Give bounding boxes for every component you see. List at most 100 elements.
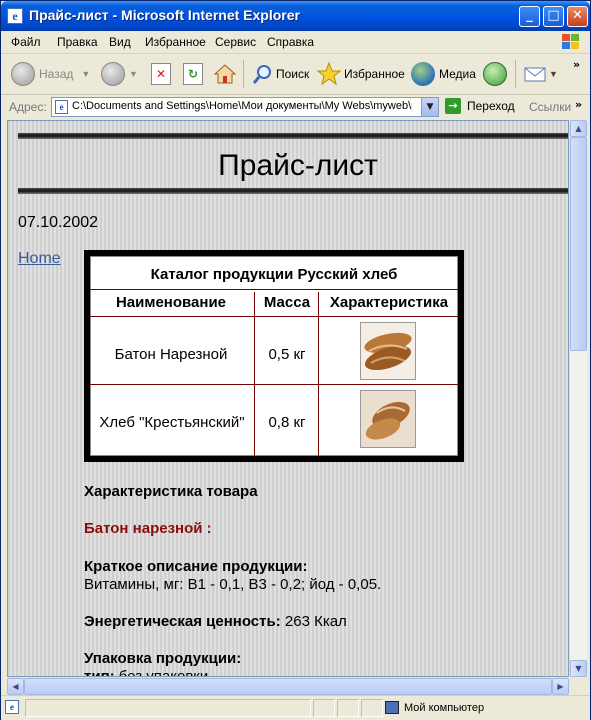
status-cell bbox=[337, 699, 359, 717]
search-button[interactable]: Поиск bbox=[251, 60, 309, 88]
scroll-left-icon[interactable]: ◀ bbox=[7, 678, 24, 695]
media-globe-icon bbox=[411, 62, 435, 86]
toolbar-overflow-icon[interactable]: » bbox=[573, 58, 580, 71]
toolbar-separator bbox=[515, 60, 516, 88]
chevron-down-icon: ▼ bbox=[81, 69, 91, 79]
horizontal-scrollbar[interactable]: ◀ ▶ bbox=[7, 677, 569, 695]
chevron-down-icon: ▼ bbox=[129, 69, 138, 79]
stop-icon: ✕ bbox=[151, 63, 171, 85]
stop-button[interactable]: ✕ bbox=[151, 60, 171, 88]
rye-bread-image[interactable] bbox=[360, 390, 416, 448]
table-rule bbox=[318, 292, 319, 456]
favorites-label: Избранное bbox=[344, 67, 405, 81]
packaging-label: Упаковка продукции: bbox=[84, 650, 242, 667]
minimize-button[interactable]: _ bbox=[519, 6, 540, 27]
scroll-up-icon[interactable]: ▲ bbox=[570, 120, 587, 137]
energy-line: Энергетическая ценность: 263 Ккал bbox=[84, 613, 347, 630]
menu-bar: Файл Правка Вид Избранное Сервис Справка bbox=[1, 31, 590, 54]
address-dropdown-icon[interactable]: ▼ bbox=[421, 98, 438, 116]
media-button[interactable]: Медиа bbox=[411, 60, 476, 88]
page-content: Прайс-лист 07.10.2002 Home Каталог проду… bbox=[7, 120, 569, 677]
row1-name: Батон Нарезной bbox=[114, 346, 228, 363]
zone-label: Мой компьютер bbox=[404, 701, 485, 714]
short-desc-label: Краткое описание продукции: bbox=[84, 558, 308, 575]
row2-mass: 0,8 кг bbox=[268, 414, 306, 431]
vertical-scroll-thumb[interactable] bbox=[570, 137, 587, 351]
history-button[interactable] bbox=[483, 60, 511, 88]
home-button[interactable] bbox=[213, 60, 237, 88]
maximize-button[interactable]: □ bbox=[543, 6, 564, 27]
back-arrow-icon bbox=[11, 62, 35, 86]
address-bar: Адрес: e C:\Documents and Settings\Home\… bbox=[1, 95, 590, 119]
catalog-caption: Каталог продукции Русский хлеб bbox=[150, 266, 398, 283]
title-bar: e Прайс-лист - Microsoft Internet Explor… bbox=[1, 1, 590, 31]
mail-icon bbox=[524, 67, 546, 82]
favorites-button[interactable]: Избранное bbox=[317, 60, 405, 88]
address-input[interactable]: e C:\Documents and Settings\Home\Мои док… bbox=[51, 97, 439, 117]
go-arrow-icon: → bbox=[445, 98, 461, 114]
toolbar-separator bbox=[243, 60, 244, 88]
close-button[interactable]: ✕ bbox=[567, 6, 588, 27]
address-value: C:\Documents and Settings\Home\Мои докум… bbox=[72, 100, 412, 112]
page-icon: e bbox=[55, 100, 68, 114]
header-mass: Масса bbox=[263, 294, 311, 311]
search-label: Поиск bbox=[276, 67, 310, 81]
catalog-table: Каталог продукции Русский хлеб Наименова… bbox=[84, 250, 464, 462]
refresh-icon: ↻ bbox=[183, 63, 203, 85]
row2-name: Хлеб "Крестьянский" bbox=[99, 414, 245, 431]
horizontal-scroll-thumb[interactable] bbox=[24, 678, 552, 695]
row1-mass: 0,5 кг bbox=[268, 346, 306, 363]
vertical-scrollbar[interactable]: ▲ ▼ bbox=[569, 120, 587, 677]
heading-rule-bottom bbox=[18, 188, 568, 194]
home-icon bbox=[213, 64, 237, 84]
go-button[interactable]: → Переход bbox=[445, 98, 515, 114]
bread-loaf-image[interactable] bbox=[360, 322, 416, 380]
section-title: Характеристика товара bbox=[84, 483, 258, 500]
back-label: Назад bbox=[39, 67, 74, 81]
header-characteristics: Характеристика bbox=[329, 294, 449, 311]
history-icon bbox=[483, 62, 507, 86]
packaging-type: тип: без упаковки bbox=[84, 668, 209, 677]
scroll-right-icon[interactable]: ▶ bbox=[552, 678, 569, 695]
search-icon bbox=[252, 65, 271, 84]
security-zone: Мой компьютер bbox=[385, 701, 484, 714]
forward-arrow-icon bbox=[101, 62, 125, 86]
header-name: Наименование bbox=[115, 294, 227, 311]
menu-help[interactable]: Справка bbox=[267, 35, 314, 49]
status-cell bbox=[361, 699, 383, 717]
status-bar: e Мой компьютер bbox=[1, 695, 590, 720]
media-label: Медиа bbox=[439, 67, 476, 81]
computer-icon bbox=[385, 701, 399, 714]
menu-favorites[interactable]: Избранное bbox=[145, 35, 206, 49]
status-text-cell bbox=[25, 699, 311, 717]
refresh-button[interactable]: ↻ bbox=[183, 60, 203, 88]
menu-tools[interactable]: Сервис bbox=[215, 35, 256, 49]
window-title: Прайс-лист - Microsoft Internet Explorer bbox=[29, 7, 300, 23]
page-status-icon: e bbox=[5, 700, 19, 714]
table-rule bbox=[90, 384, 458, 385]
status-cell bbox=[313, 699, 335, 717]
table-rule bbox=[254, 292, 255, 456]
links-label[interactable]: Ссылки bbox=[529, 100, 571, 114]
scroll-down-icon[interactable]: ▼ bbox=[570, 660, 587, 677]
heading-rule-top bbox=[18, 133, 568, 139]
table-rule bbox=[90, 316, 458, 317]
star-icon bbox=[317, 62, 341, 86]
go-label: Переход bbox=[467, 99, 515, 113]
menu-file[interactable]: Файл bbox=[11, 35, 41, 49]
table-rule bbox=[90, 289, 458, 290]
ie-icon: e bbox=[7, 8, 23, 24]
short-desc-text: Витамины, мг: В1 - 0,1, В3 - 0,2; йод - … bbox=[84, 576, 382, 593]
back-button[interactable]: Назад ▼ bbox=[11, 60, 90, 88]
chevron-down-icon: ▼ bbox=[549, 69, 558, 79]
page-title: Прайс-лист bbox=[218, 149, 378, 182]
address-label: Адрес: bbox=[9, 100, 47, 114]
mail-button[interactable]: ▼ bbox=[523, 60, 558, 88]
home-link[interactable]: Home bbox=[18, 250, 61, 268]
forward-button[interactable]: ▼ bbox=[101, 60, 138, 88]
menu-edit[interactable]: Правка bbox=[57, 35, 98, 49]
windows-logo-icon bbox=[562, 34, 579, 49]
menu-view[interactable]: Вид bbox=[109, 35, 131, 49]
links-overflow-icon[interactable]: » bbox=[575, 98, 582, 111]
toolbar: Назад ▼ ▼ ✕ ↻ Поиск Избранное Медиа ▼ » bbox=[1, 54, 590, 95]
